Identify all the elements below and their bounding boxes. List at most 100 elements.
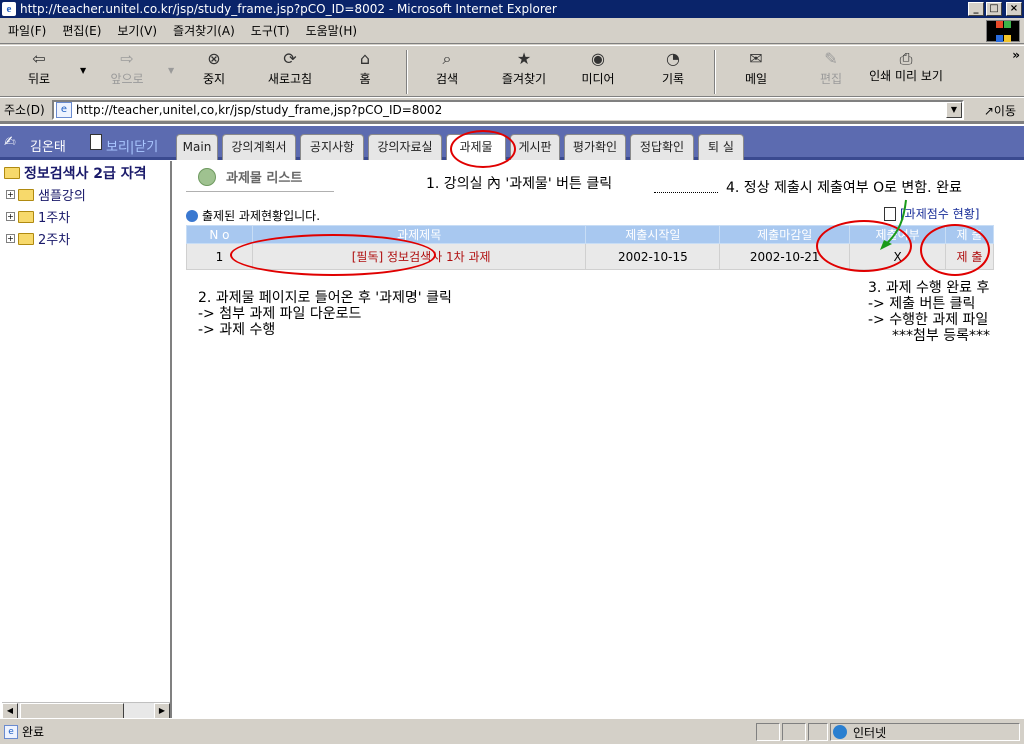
scroll-right-icon[interactable]: ▶ bbox=[154, 703, 170, 719]
tree-item-sample[interactable]: + 샘플강의 bbox=[6, 185, 86, 204]
favorites-icon: ★ bbox=[516, 49, 532, 68]
expand-icon[interactable]: + bbox=[6, 190, 15, 199]
maximize-button[interactable]: □ bbox=[986, 2, 1002, 16]
address-dropdown-icon[interactable]: ▼ bbox=[946, 102, 962, 118]
back-arrow-icon: ⇦ bbox=[32, 49, 46, 68]
highlight-assignment-title bbox=[230, 234, 436, 276]
edit-label: 편집 bbox=[819, 72, 843, 86]
toolbar-separator bbox=[714, 50, 716, 94]
tab-main[interactable]: Main bbox=[176, 134, 218, 160]
address-input[interactable]: e http://teacher,unitel,co,kr/jsp/study_… bbox=[52, 100, 964, 120]
back-dropdown-icon[interactable]: ▼ bbox=[80, 66, 86, 75]
print-preview-button[interactable]: ⎙ 인쇄 미리 보기 bbox=[866, 49, 946, 83]
menu-favorites[interactable]: 즐겨찾기(A) bbox=[165, 22, 243, 39]
home-label: 홈 bbox=[359, 72, 371, 86]
menu-file[interactable]: 파일(F) bbox=[0, 22, 54, 39]
history-icon: ◔ bbox=[666, 49, 680, 68]
page-content: ✍ 김온태 보리|닫기 Main 강의계획서 공지사항 강의자료실 과제물 게시… bbox=[0, 122, 1024, 719]
forward-dropdown-icon[interactable]: ▼ bbox=[168, 66, 174, 75]
horizontal-scrollbar[interactable]: ◀ ▶ bbox=[2, 702, 170, 719]
refresh-icon: ⟳ bbox=[283, 49, 297, 68]
menu-bar: 파일(F) 편집(E) 보기(V) 즐겨찾기(A) 도구(T) 도움말(H) bbox=[0, 18, 1024, 44]
back-label: 뒤로 bbox=[27, 72, 51, 86]
home-button[interactable]: ⌂ 홈 bbox=[352, 50, 378, 87]
tree-item-week1[interactable]: + 1주차 bbox=[6, 207, 70, 226]
edit-button[interactable]: ✎ 편집 bbox=[816, 50, 846, 87]
annotation-step4: 4. 정상 제출시 제출여부 O로 변함. 완료 bbox=[726, 180, 962, 196]
user-header: ✍ 김온태 보리|닫기 bbox=[0, 126, 172, 160]
tab-syllabus[interactable]: 강의계획서 bbox=[222, 134, 296, 160]
status-cell bbox=[782, 723, 806, 741]
tab-exit[interactable]: 퇴 실 bbox=[698, 134, 744, 160]
status-cell bbox=[756, 723, 780, 741]
scroll-thumb[interactable] bbox=[20, 703, 124, 719]
toolbar-more-icon[interactable]: » bbox=[1012, 48, 1020, 62]
row-start-date: 2002-10-15 bbox=[585, 243, 721, 270]
tab-materials[interactable]: 강의자료실 bbox=[368, 134, 442, 160]
tab-notice[interactable]: 공지사항 bbox=[300, 134, 364, 160]
green-arrow-icon bbox=[880, 199, 907, 250]
tree-item-label: 샘플강의 bbox=[38, 189, 86, 204]
menu-tools[interactable]: 도구(T) bbox=[243, 22, 298, 39]
annotation-step3-line1: 3. 과제 수행 완료 후 bbox=[868, 280, 990, 296]
shortcut-link[interactable]: 보리|닫기 bbox=[106, 136, 158, 155]
tree-item-label: 2주차 bbox=[38, 233, 71, 248]
back-button[interactable]: ⇦ 뒤로 bbox=[22, 50, 56, 87]
stop-label: 중지 bbox=[202, 72, 226, 86]
col-start-date: 제출시작일 bbox=[585, 225, 721, 244]
internet-globe-icon bbox=[833, 725, 847, 739]
menu-help[interactable]: 도움말(H) bbox=[298, 22, 366, 39]
stop-button[interactable]: ⊗ 중지 bbox=[196, 50, 232, 87]
minimize-button[interactable]: _ bbox=[968, 2, 984, 16]
window-controls: _ □ × bbox=[968, 2, 1022, 16]
tree-item-week2[interactable]: + 2주차 bbox=[6, 229, 70, 248]
window-title: http://teacher.unitel.co.kr/jsp/study_fr… bbox=[20, 2, 557, 16]
section-divider bbox=[186, 191, 334, 192]
print-preview-icon: ⎙ bbox=[899, 49, 913, 68]
section-title-label: 과제물 리스트 bbox=[226, 171, 303, 186]
address-url: http://teacher,unitel,co,kr/jsp/study_fr… bbox=[76, 103, 443, 117]
history-button[interactable]: ◔ 기록 bbox=[658, 50, 688, 87]
refresh-button[interactable]: ⟳ 새로고침 bbox=[260, 50, 320, 87]
search-label: 검색 bbox=[435, 72, 459, 86]
scroll-left-icon[interactable]: ◀ bbox=[2, 703, 18, 719]
tab-answers[interactable]: 정답확인 bbox=[630, 134, 694, 160]
annotation-step3-line3: -> 수행한 과제 파일 bbox=[868, 312, 989, 328]
list-subtitle: 출제된 과제현황입니다. bbox=[186, 207, 320, 224]
mail-button[interactable]: ✉ 메일 bbox=[740, 50, 772, 87]
folder-open-icon bbox=[4, 167, 20, 179]
annotation-leader bbox=[654, 192, 718, 193]
favorites-button[interactable]: ★ 즐겨찾기 bbox=[496, 50, 552, 87]
expand-icon[interactable]: + bbox=[6, 212, 15, 221]
media-button[interactable]: ◉ 미디어 bbox=[578, 50, 618, 87]
stop-icon: ⊗ bbox=[207, 49, 221, 68]
status-bar: e 완료 인터넷 bbox=[0, 718, 1024, 744]
memo-icon[interactable] bbox=[90, 134, 102, 150]
home-icon: ⌂ bbox=[359, 49, 371, 68]
go-button[interactable]: ↗이동 bbox=[984, 102, 1016, 119]
tree-root[interactable]: 정보검색사 2급 자격 bbox=[4, 163, 147, 183]
folder-icon bbox=[18, 188, 34, 201]
menu-edit[interactable]: 편집(E) bbox=[54, 22, 109, 39]
user-icon: ✍ bbox=[4, 134, 16, 150]
tab-grades[interactable]: 평가확인 bbox=[564, 134, 626, 160]
search-icon: ⌕ bbox=[442, 49, 452, 68]
course-tabs: Main 강의계획서 공지사항 강의자료실 과제물 게시판 평가확인 정답확인 … bbox=[172, 126, 1024, 160]
close-button[interactable]: × bbox=[1006, 2, 1022, 16]
forward-button[interactable]: ⇨ 앞으로 bbox=[104, 50, 150, 87]
highlight-assignments-tab bbox=[450, 130, 516, 168]
menu-view[interactable]: 보기(V) bbox=[109, 22, 165, 39]
windows-logo-icon bbox=[986, 20, 1020, 42]
search-button[interactable]: ⌕ 검색 bbox=[432, 50, 462, 87]
mail-label: 메일 bbox=[744, 72, 768, 86]
title-bar: e http://teacher.unitel.co.kr/jsp/study_… bbox=[0, 0, 1024, 18]
expand-icon[interactable]: + bbox=[6, 234, 15, 243]
media-label: 미디어 bbox=[581, 72, 615, 86]
history-label: 기록 bbox=[661, 72, 685, 86]
edit-icon: ✎ bbox=[824, 49, 838, 68]
folder-icon bbox=[18, 210, 34, 223]
tab-board[interactable]: 게시판 bbox=[510, 134, 560, 160]
zone-label: 인터넷 bbox=[853, 725, 887, 740]
subtitle-label: 출제된 과제현황입니다. bbox=[202, 209, 321, 223]
info-bullet-icon bbox=[186, 209, 198, 222]
